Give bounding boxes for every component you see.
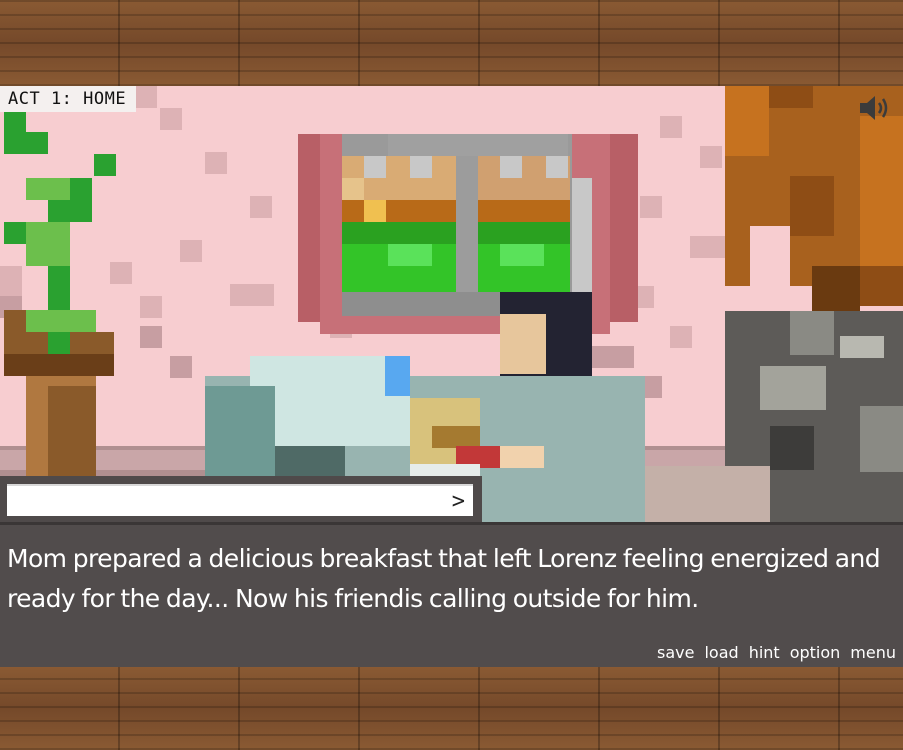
wood-frame-top [0,0,903,86]
save-button[interactable]: save [657,643,694,662]
menu-button[interactable]: menu [850,643,896,662]
name-box: > [0,476,482,526]
dialogue-text: Mom prepared a delicious breakfast that … [7,544,881,613]
quick-menu: save load hint option menu [657,643,896,662]
wood-frame-bottom [0,667,903,750]
load-button[interactable]: load [704,643,738,662]
chapter-title: ACT 1: HOME [0,86,137,112]
speaker-icon[interactable] [857,93,893,123]
dialogue-box[interactable]: Mom prepared a delicious breakfast that … [0,522,903,667]
speaker-name-field: > [7,484,473,516]
game-scene[interactable] [0,86,903,522]
scene-artwork [0,86,903,522]
option-button[interactable]: option [790,643,841,662]
hint-button[interactable]: hint [749,643,780,662]
advance-arrow-icon[interactable]: > [452,489,465,515]
